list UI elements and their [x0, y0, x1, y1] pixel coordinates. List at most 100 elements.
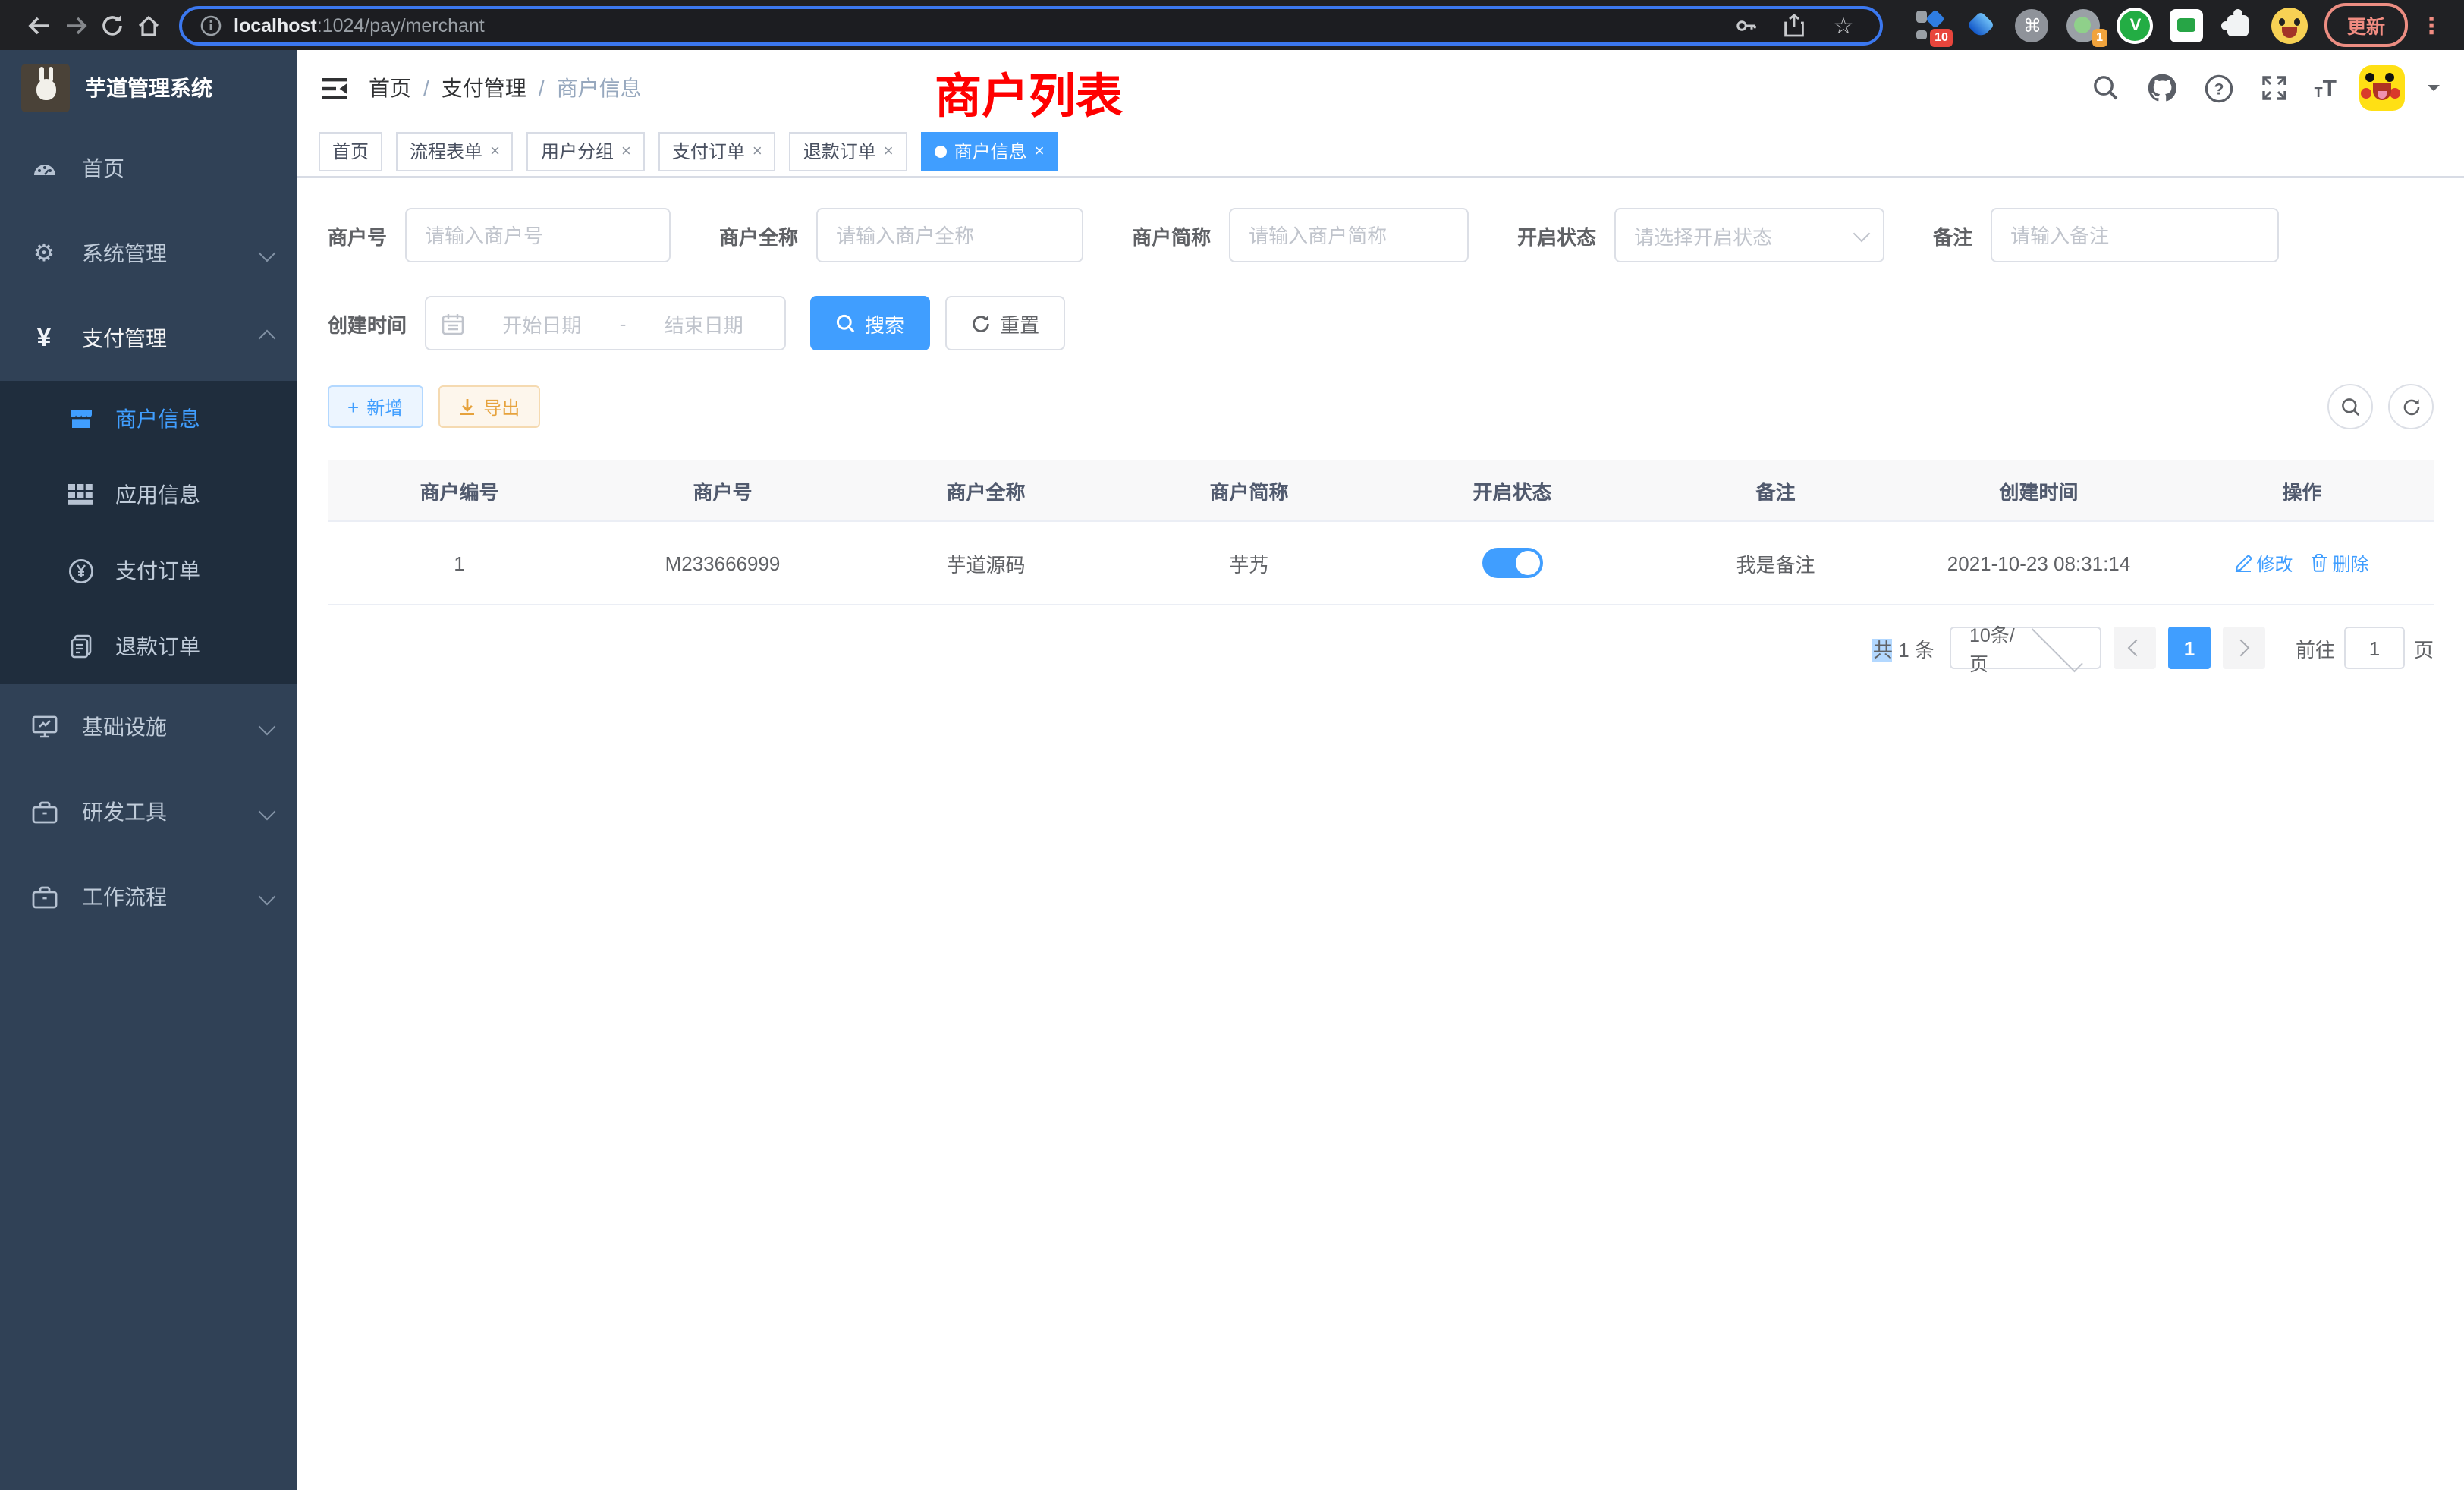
url-text[interactable]: localhost:1024/pay/merchant	[234, 14, 485, 36]
extensions-cluster: 10 ⌘ 1 V	[1910, 6, 2309, 44]
status-select[interactable]: 请选择开启状态	[1614, 208, 1884, 262]
address-bar[interactable]: localhost:1024/pay/merchant ☆	[179, 5, 1883, 45]
chevron-up-icon	[259, 330, 276, 347]
column-header: 商户编号	[328, 460, 591, 520]
toolbox-icon	[30, 798, 58, 825]
sidebar-item-dev-tools[interactable]: 研发工具	[0, 769, 297, 854]
close-icon[interactable]: ×	[1035, 133, 1045, 169]
yen-circle-icon	[67, 557, 94, 584]
navbar-right-tools: ? TT	[2090, 65, 2440, 111]
help-icon[interactable]: ?	[2202, 71, 2236, 105]
sidebar-item-system[interactable]: ⚙ 系统管理	[0, 211, 297, 296]
back-icon[interactable]	[21, 7, 58, 43]
full-name-input[interactable]	[816, 208, 1083, 262]
gear-icon: ⚙	[30, 240, 58, 267]
sidebar-item-home[interactable]: 首页	[0, 126, 297, 211]
v-extension-icon[interactable]: V	[2117, 6, 2154, 44]
cell-merchant-id: 1	[328, 522, 591, 604]
tag-pay-order[interactable]: 支付订单×	[658, 131, 776, 171]
browser-update-button[interactable]: 更新	[2324, 3, 2408, 47]
chevron-down-icon	[259, 245, 276, 262]
export-button[interactable]: 导出	[438, 385, 539, 428]
avatar[interactable]	[2359, 65, 2405, 111]
goto-page-input[interactable]	[2344, 627, 2405, 669]
reset-button[interactable]: 重置	[945, 296, 1065, 350]
dashboard-icon	[30, 155, 58, 182]
merchant-no-input[interactable]	[405, 208, 671, 262]
font-size-icon[interactable]: TT	[2315, 77, 2337, 99]
status-label: 开启状态	[1517, 221, 1596, 250]
end-date-placeholder[interactable]: 结束日期	[638, 309, 769, 338]
home-icon[interactable]	[130, 7, 167, 43]
sidebar-item-payment[interactable]: ¥ 支付管理	[0, 296, 297, 381]
password-key-icon[interactable]	[1728, 7, 1765, 43]
date-range-picker[interactable]: 开始日期 - 结束日期	[425, 296, 786, 350]
emoji-extension-icon[interactable]	[2271, 6, 2309, 44]
site-info-icon[interactable]	[200, 14, 222, 36]
extension-badge: 1	[2092, 29, 2107, 47]
sidebar-item-app-info[interactable]: 应用信息	[0, 457, 297, 533]
delete-link[interactable]: 删除	[2312, 550, 2369, 576]
search-button[interactable]: 搜索	[810, 296, 930, 350]
sidebar-item-workflow[interactable]: 工作流程	[0, 854, 297, 939]
table-row: 1 M233666999 芋道源码 芋艿 我是备注 2021-10-23 08:…	[328, 520, 2434, 604]
close-icon[interactable]: ×	[490, 133, 500, 169]
document-icon	[67, 633, 94, 660]
browser-toolbar: localhost:1024/pay/merchant ☆ 10 ⌘ 1 V	[0, 0, 2464, 50]
command-extension-icon[interactable]: ⌘	[2013, 6, 2051, 44]
tag-home[interactable]: 首页	[319, 131, 382, 171]
next-page-button[interactable]	[2223, 627, 2265, 669]
breadcrumb-current: 商户信息	[557, 73, 642, 103]
sidebar-item-merchant-info[interactable]: 商户信息	[0, 381, 297, 457]
column-header: 商户简称	[1117, 460, 1381, 520]
browser-menu-icon[interactable]: ⋮	[2414, 11, 2449, 39]
tag-user-group[interactable]: 用户分组×	[527, 131, 645, 171]
tab-manager-extension-icon[interactable]: 10	[1910, 6, 1948, 44]
forward-icon[interactable]	[58, 7, 94, 43]
close-icon[interactable]: ×	[621, 133, 631, 169]
short-name-label: 商户简称	[1132, 221, 1211, 250]
sidebar-fold-icon[interactable]	[322, 77, 347, 99]
chat-extension-icon[interactable]	[2168, 6, 2206, 44]
status-toggle[interactable]	[1482, 548, 1543, 578]
tag-refund-order[interactable]: 退款订单×	[790, 131, 907, 171]
sidebar-item-infrastructure[interactable]: 基础设施	[0, 684, 297, 769]
page-size-select[interactable]: 10条/页	[1950, 627, 2101, 669]
chevron-down-icon	[1853, 225, 1871, 242]
breadcrumb-home[interactable]: 首页	[369, 73, 411, 103]
kite-extension-icon[interactable]	[1962, 6, 2000, 44]
breadcrumb-payment[interactable]: 支付管理	[442, 73, 526, 103]
proxy-extension-icon[interactable]: 1	[2065, 6, 2103, 44]
close-icon[interactable]: ×	[884, 133, 894, 169]
fullscreen-icon[interactable]	[2258, 71, 2292, 105]
tag-process-form[interactable]: 流程表单×	[396, 131, 514, 171]
app-title: 芋道管理系统	[85, 73, 212, 103]
reload-icon[interactable]	[94, 7, 130, 43]
github-icon[interactable]	[2146, 71, 2180, 105]
add-button[interactable]: + 新增	[328, 385, 423, 428]
bookmark-star-icon[interactable]: ☆	[1825, 7, 1862, 43]
share-icon[interactable]	[1777, 7, 1813, 43]
start-date-placeholder[interactable]: 开始日期	[476, 309, 608, 338]
tag-merchant-info[interactable]: 商户信息×	[921, 131, 1058, 171]
edit-link[interactable]: 修改	[2235, 550, 2293, 576]
short-name-input[interactable]	[1229, 208, 1469, 262]
refresh-button[interactable]	[2388, 384, 2434, 429]
page-1-button[interactable]: 1	[2168, 627, 2211, 669]
puzzle-extensions-icon[interactable]	[2220, 6, 2258, 44]
merchant-no-label: 商户号	[328, 221, 387, 250]
search-icon[interactable]	[2090, 71, 2123, 105]
sidebar: 芋道管理系统 首页 ⚙ 系统管理 ¥ 支付管理	[0, 50, 297, 1490]
sidebar-item-pay-order[interactable]: 支付订单	[0, 533, 297, 608]
column-header: 备注	[1644, 460, 1907, 520]
breadcrumb-separator: /	[539, 76, 545, 100]
sidebar-item-refund-order[interactable]: 退款订单	[0, 608, 297, 684]
close-icon[interactable]: ×	[753, 133, 762, 169]
sidebar-logo[interactable]: 芋道管理系统	[0, 50, 297, 126]
remark-input[interactable]	[1991, 208, 2279, 262]
prev-page-button[interactable]	[2114, 627, 2156, 669]
avatar-caret-icon[interactable]	[2428, 85, 2440, 97]
goto-label: 前往	[2296, 633, 2335, 662]
top-navbar: 首页 / 支付管理 / 商户信息 ?	[297, 50, 2464, 126]
toggle-search-button[interactable]	[2327, 384, 2373, 429]
